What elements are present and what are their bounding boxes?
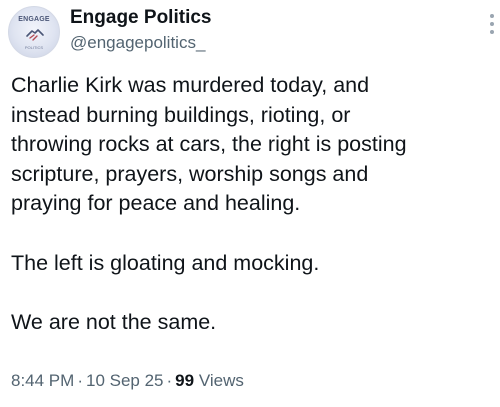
avatar-logo-text: ENGAGE [18, 16, 50, 23]
tweet-text: Charlie Kirk was murdered today, and ins… [11, 71, 497, 337]
tweet-line: instead burning buildings, rioting, or [11, 102, 351, 127]
avatar[interactable]: ENGAGE POLITICS [8, 6, 60, 58]
meta-separator: · [77, 371, 83, 390]
more-options-icon[interactable] [488, 10, 496, 38]
tweet-line: praying for peace and healing. [11, 191, 301, 216]
tweet-card: ENGAGE POLITICS Engage Politics @engagep… [0, 0, 500, 407]
author-handle[interactable]: @engagepolitics_ [70, 33, 205, 53]
avatar-logo-subtext: POLITICS [24, 45, 44, 50]
author-display-name[interactable]: Engage Politics [70, 7, 211, 29]
tweet-date[interactable]: 10 Sep 25 [86, 371, 164, 390]
views-label: Views [198, 371, 244, 390]
meta-separator: · [166, 371, 173, 390]
tweet-line: Charlie Kirk was murdered today, and [11, 73, 370, 97]
views-count: 99 [175, 371, 195, 390]
tweet-line: We are not the same. [11, 309, 217, 334]
tweet-time[interactable]: 8:44 PM [11, 371, 74, 390]
tweet-line: throwing rocks at cars, the right is pos… [11, 132, 407, 157]
more-dot-icon [490, 14, 494, 18]
tweet-meta: 8:44 PM · 10 Sep 25 · 99 Views [11, 371, 244, 391]
tweet-line: scripture, prayers, worship songs and [11, 161, 369, 186]
tweet-line: The left is gloating and mocking. [11, 250, 320, 275]
handshake-logo-icon [26, 29, 44, 41]
more-dot-icon [490, 30, 494, 34]
more-dot-icon [490, 22, 494, 26]
